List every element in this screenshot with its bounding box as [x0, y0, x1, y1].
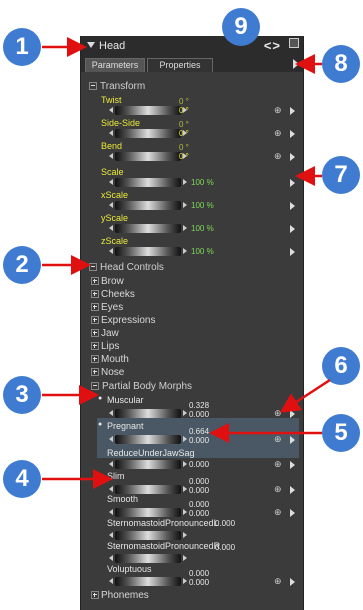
annotation-arrows [42, 37, 331, 489]
arrow-6 [279, 378, 331, 413]
